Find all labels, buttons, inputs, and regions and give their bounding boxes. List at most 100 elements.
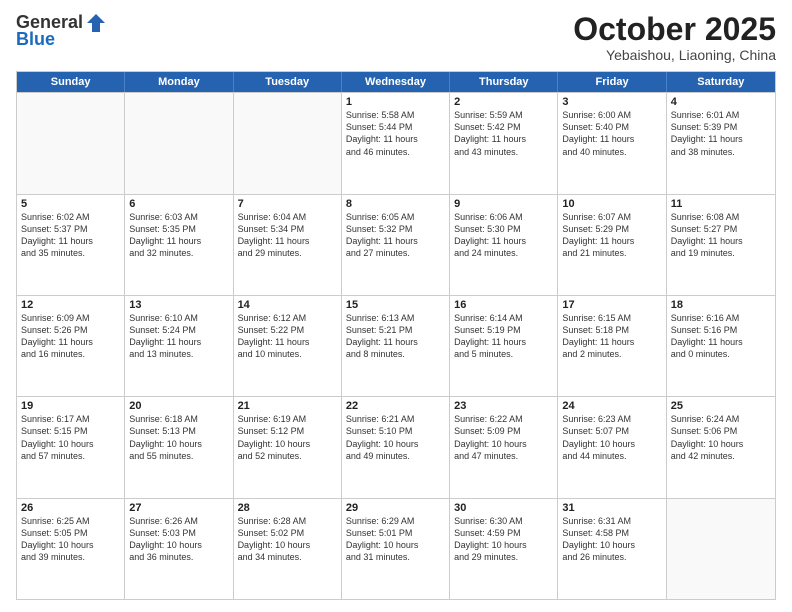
day-info: Sunrise: 6:07 AM Sunset: 5:29 PM Dayligh… <box>562 211 661 260</box>
calendar-row-3: 12Sunrise: 6:09 AM Sunset: 5:26 PM Dayli… <box>17 295 775 396</box>
day-info: Sunrise: 6:26 AM Sunset: 5:03 PM Dayligh… <box>129 515 228 564</box>
header-day-wednesday: Wednesday <box>342 72 450 92</box>
day-number: 14 <box>238 299 337 311</box>
day-number: 29 <box>346 502 445 514</box>
table-row: 8Sunrise: 6:05 AM Sunset: 5:32 PM Daylig… <box>342 195 450 295</box>
day-number: 28 <box>238 502 337 514</box>
day-number: 1 <box>346 96 445 108</box>
table-row: 24Sunrise: 6:23 AM Sunset: 5:07 PM Dayli… <box>558 397 666 497</box>
day-number: 5 <box>21 198 120 210</box>
table-row <box>234 93 342 193</box>
day-number: 23 <box>454 400 553 412</box>
day-info: Sunrise: 6:09 AM Sunset: 5:26 PM Dayligh… <box>21 312 120 361</box>
calendar-row-1: 1Sunrise: 5:58 AM Sunset: 5:44 PM Daylig… <box>17 92 775 193</box>
title-block: October 2025 Yebaishou, Liaoning, China <box>573 12 776 63</box>
header-day-saturday: Saturday <box>667 72 775 92</box>
day-info: Sunrise: 6:05 AM Sunset: 5:32 PM Dayligh… <box>346 211 445 260</box>
table-row: 27Sunrise: 6:26 AM Sunset: 5:03 PM Dayli… <box>125 499 233 599</box>
calendar: SundayMondayTuesdayWednesdayThursdayFrid… <box>16 71 776 600</box>
table-row: 29Sunrise: 6:29 AM Sunset: 5:01 PM Dayli… <box>342 499 450 599</box>
day-number: 12 <box>21 299 120 311</box>
page-header: General Blue October 2025 Yebaishou, Lia… <box>16 12 776 63</box>
table-row <box>17 93 125 193</box>
day-number: 19 <box>21 400 120 412</box>
calendar-row-2: 5Sunrise: 6:02 AM Sunset: 5:37 PM Daylig… <box>17 194 775 295</box>
day-number: 13 <box>129 299 228 311</box>
day-number: 15 <box>346 299 445 311</box>
day-number: 20 <box>129 400 228 412</box>
day-number: 7 <box>238 198 337 210</box>
day-info: Sunrise: 6:12 AM Sunset: 5:22 PM Dayligh… <box>238 312 337 361</box>
day-number: 27 <box>129 502 228 514</box>
table-row: 7Sunrise: 6:04 AM Sunset: 5:34 PM Daylig… <box>234 195 342 295</box>
table-row: 26Sunrise: 6:25 AM Sunset: 5:05 PM Dayli… <box>17 499 125 599</box>
calendar-page: General Blue October 2025 Yebaishou, Lia… <box>0 0 792 612</box>
table-row: 30Sunrise: 6:30 AM Sunset: 4:59 PM Dayli… <box>450 499 558 599</box>
day-number: 30 <box>454 502 553 514</box>
day-number: 18 <box>671 299 771 311</box>
day-number: 11 <box>671 198 771 210</box>
day-info: Sunrise: 6:30 AM Sunset: 4:59 PM Dayligh… <box>454 515 553 564</box>
day-number: 17 <box>562 299 661 311</box>
day-number: 22 <box>346 400 445 412</box>
day-info: Sunrise: 6:29 AM Sunset: 5:01 PM Dayligh… <box>346 515 445 564</box>
day-info: Sunrise: 6:01 AM Sunset: 5:39 PM Dayligh… <box>671 109 771 158</box>
table-row: 12Sunrise: 6:09 AM Sunset: 5:26 PM Dayli… <box>17 296 125 396</box>
day-info: Sunrise: 6:02 AM Sunset: 5:37 PM Dayligh… <box>21 211 120 260</box>
day-info: Sunrise: 6:08 AM Sunset: 5:27 PM Dayligh… <box>671 211 771 260</box>
table-row: 11Sunrise: 6:08 AM Sunset: 5:27 PM Dayli… <box>667 195 775 295</box>
day-number: 10 <box>562 198 661 210</box>
logo-icon <box>85 12 107 34</box>
header-day-sunday: Sunday <box>17 72 125 92</box>
day-info: Sunrise: 6:00 AM Sunset: 5:40 PM Dayligh… <box>562 109 661 158</box>
table-row: 5Sunrise: 6:02 AM Sunset: 5:37 PM Daylig… <box>17 195 125 295</box>
day-info: Sunrise: 6:31 AM Sunset: 4:58 PM Dayligh… <box>562 515 661 564</box>
day-info: Sunrise: 6:23 AM Sunset: 5:07 PM Dayligh… <box>562 413 661 462</box>
table-row: 13Sunrise: 6:10 AM Sunset: 5:24 PM Dayli… <box>125 296 233 396</box>
day-number: 3 <box>562 96 661 108</box>
table-row <box>667 499 775 599</box>
day-number: 21 <box>238 400 337 412</box>
table-row: 9Sunrise: 6:06 AM Sunset: 5:30 PM Daylig… <box>450 195 558 295</box>
calendar-row-4: 19Sunrise: 6:17 AM Sunset: 5:15 PM Dayli… <box>17 396 775 497</box>
day-number: 24 <box>562 400 661 412</box>
day-number: 8 <box>346 198 445 210</box>
table-row: 22Sunrise: 6:21 AM Sunset: 5:10 PM Dayli… <box>342 397 450 497</box>
day-number: 2 <box>454 96 553 108</box>
day-info: Sunrise: 5:58 AM Sunset: 5:44 PM Dayligh… <box>346 109 445 158</box>
day-info: Sunrise: 6:16 AM Sunset: 5:16 PM Dayligh… <box>671 312 771 361</box>
day-number: 31 <box>562 502 661 514</box>
table-row: 17Sunrise: 6:15 AM Sunset: 5:18 PM Dayli… <box>558 296 666 396</box>
day-info: Sunrise: 6:15 AM Sunset: 5:18 PM Dayligh… <box>562 312 661 361</box>
header-day-thursday: Thursday <box>450 72 558 92</box>
day-info: Sunrise: 5:59 AM Sunset: 5:42 PM Dayligh… <box>454 109 553 158</box>
month-title: October 2025 <box>573 12 776 47</box>
table-row: 28Sunrise: 6:28 AM Sunset: 5:02 PM Dayli… <box>234 499 342 599</box>
calendar-header: SundayMondayTuesdayWednesdayThursdayFrid… <box>17 72 775 92</box>
calendar-row-5: 26Sunrise: 6:25 AM Sunset: 5:05 PM Dayli… <box>17 498 775 599</box>
day-info: Sunrise: 6:24 AM Sunset: 5:06 PM Dayligh… <box>671 413 771 462</box>
day-number: 6 <box>129 198 228 210</box>
day-number: 16 <box>454 299 553 311</box>
header-day-friday: Friday <box>558 72 666 92</box>
table-row: 19Sunrise: 6:17 AM Sunset: 5:15 PM Dayli… <box>17 397 125 497</box>
day-number: 4 <box>671 96 771 108</box>
table-row <box>125 93 233 193</box>
day-number: 9 <box>454 198 553 210</box>
table-row: 10Sunrise: 6:07 AM Sunset: 5:29 PM Dayli… <box>558 195 666 295</box>
day-info: Sunrise: 6:28 AM Sunset: 5:02 PM Dayligh… <box>238 515 337 564</box>
table-row: 31Sunrise: 6:31 AM Sunset: 4:58 PM Dayli… <box>558 499 666 599</box>
header-day-monday: Monday <box>125 72 233 92</box>
location: Yebaishou, Liaoning, China <box>573 47 776 63</box>
table-row: 4Sunrise: 6:01 AM Sunset: 5:39 PM Daylig… <box>667 93 775 193</box>
table-row: 20Sunrise: 6:18 AM Sunset: 5:13 PM Dayli… <box>125 397 233 497</box>
table-row: 6Sunrise: 6:03 AM Sunset: 5:35 PM Daylig… <box>125 195 233 295</box>
day-info: Sunrise: 6:03 AM Sunset: 5:35 PM Dayligh… <box>129 211 228 260</box>
day-info: Sunrise: 6:18 AM Sunset: 5:13 PM Dayligh… <box>129 413 228 462</box>
table-row: 15Sunrise: 6:13 AM Sunset: 5:21 PM Dayli… <box>342 296 450 396</box>
table-row: 16Sunrise: 6:14 AM Sunset: 5:19 PM Dayli… <box>450 296 558 396</box>
day-info: Sunrise: 6:19 AM Sunset: 5:12 PM Dayligh… <box>238 413 337 462</box>
table-row: 25Sunrise: 6:24 AM Sunset: 5:06 PM Dayli… <box>667 397 775 497</box>
calendar-body: 1Sunrise: 5:58 AM Sunset: 5:44 PM Daylig… <box>17 92 775 599</box>
day-info: Sunrise: 6:21 AM Sunset: 5:10 PM Dayligh… <box>346 413 445 462</box>
